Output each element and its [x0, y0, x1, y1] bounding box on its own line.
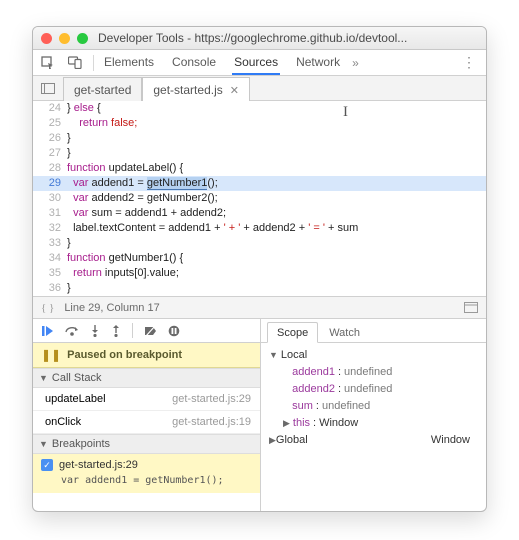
triangle-down-icon: ▼ — [269, 347, 278, 364]
stack-frame[interactable]: updateLabelget-started.js:29 — [33, 388, 260, 411]
window-title: Developer Tools - https://googlechrome.g… — [98, 31, 478, 45]
code-editor[interactable]: I 24} else { 25 return false; 26} 27} 28… — [33, 101, 486, 296]
devtools-window: Developer Tools - https://googlechrome.g… — [32, 26, 487, 512]
separator — [132, 323, 133, 338]
scope-var[interactable]: addend2: undefined — [269, 381, 478, 398]
scope-var[interactable]: addend1: undefined — [269, 364, 478, 381]
tab-elements[interactable]: Elements — [102, 50, 156, 75]
main-toolbar: Elements Console Sources Network » ⋮ — [33, 50, 486, 76]
tab-network[interactable]: Network — [294, 50, 342, 75]
breakpoint-code: var addend1 = getNumber1(); — [61, 473, 252, 488]
step-out-icon[interactable] — [111, 325, 121, 337]
device-icon[interactable] — [61, 56, 89, 69]
window-titlebar[interactable]: Developer Tools - https://googlechrome.g… — [33, 27, 486, 50]
callstack-header[interactable]: ▼Call Stack — [33, 368, 260, 388]
tab-console[interactable]: Console — [170, 50, 218, 75]
triangle-down-icon: ▼ — [39, 373, 48, 383]
scope-tabs: Scope Watch — [261, 319, 486, 343]
paused-banner: ❚❚ Paused on breakpoint — [33, 343, 260, 368]
file-tab-html[interactable]: get-started — [63, 77, 142, 101]
panel-tabs: Elements Console Sources Network — [102, 50, 342, 75]
step-into-icon[interactable] — [90, 325, 100, 337]
navigator-toggle-icon[interactable] — [33, 76, 63, 100]
scope-var[interactable]: sum: undefined — [269, 398, 478, 415]
debugger-right: Scope Watch ▼Local addend1: undefined ad… — [261, 319, 486, 512]
minimize-icon[interactable] — [59, 33, 70, 44]
stack-frame[interactable]: onClickget-started.js:19 — [33, 411, 260, 434]
debugger-pane: ❚❚ Paused on breakpoint ▼Call Stack upda… — [33, 319, 486, 512]
cursor-position: Line 29, Column 17 — [64, 302, 159, 314]
scope-local[interactable]: ▼Local — [269, 347, 478, 364]
zoom-icon[interactable] — [77, 33, 88, 44]
debugger-left: ❚❚ Paused on breakpoint ▼Call Stack upda… — [33, 319, 261, 512]
editor-statusbar: { } Line 29, Column 17 — [33, 296, 486, 319]
scope-tree[interactable]: ▼Local addend1: undefined addend2: undef… — [261, 343, 486, 453]
pause-exceptions-icon[interactable] — [168, 325, 180, 337]
close-tab-icon[interactable]: ✕ — [230, 85, 239, 97]
scope-this[interactable]: ▶this: Window — [269, 415, 478, 432]
triangle-right-icon: ▶ — [283, 415, 290, 432]
inspect-icon[interactable] — [33, 56, 61, 69]
step-over-icon[interactable] — [65, 325, 79, 336]
kebab-menu-icon[interactable]: ⋮ — [452, 54, 486, 71]
deactivate-bp-icon[interactable] — [144, 325, 157, 337]
tab-sources[interactable]: Sources — [232, 50, 280, 75]
triangle-down-icon: ▼ — [39, 439, 48, 449]
paused-text: Paused on breakpoint — [67, 349, 182, 361]
breakpoints-header[interactable]: ▼Breakpoints — [33, 434, 260, 454]
braces-icon[interactable]: { } — [41, 302, 54, 314]
resume-icon[interactable] — [42, 325, 54, 337]
text-cursor-icon: I — [343, 105, 348, 120]
debug-controls — [33, 319, 260, 343]
triangle-right-icon: ▶ — [269, 435, 276, 445]
tab-scope[interactable]: Scope — [267, 322, 318, 343]
traffic-lights — [41, 33, 88, 44]
toggle-sidebar-icon[interactable] — [464, 302, 478, 313]
tab-watch[interactable]: Watch — [320, 323, 369, 342]
current-line[interactable]: 29 var addend1 = getNumber1(); — [33, 176, 486, 191]
scope-global[interactable]: ▶GlobalWindow — [269, 432, 478, 449]
checkbox-icon[interactable]: ✓ — [41, 459, 53, 471]
close-icon[interactable] — [41, 33, 52, 44]
file-tabs: get-started get-started.js✕ — [33, 76, 486, 101]
more-tabs-icon[interactable]: » — [352, 56, 359, 70]
warning-icon: ❚❚ — [41, 348, 61, 362]
file-tab-js[interactable]: get-started.js✕ — [142, 77, 250, 101]
separator — [93, 55, 94, 71]
breakpoint-item[interactable]: ✓get-started.js:29 var addend1 = getNumb… — [33, 454, 260, 493]
